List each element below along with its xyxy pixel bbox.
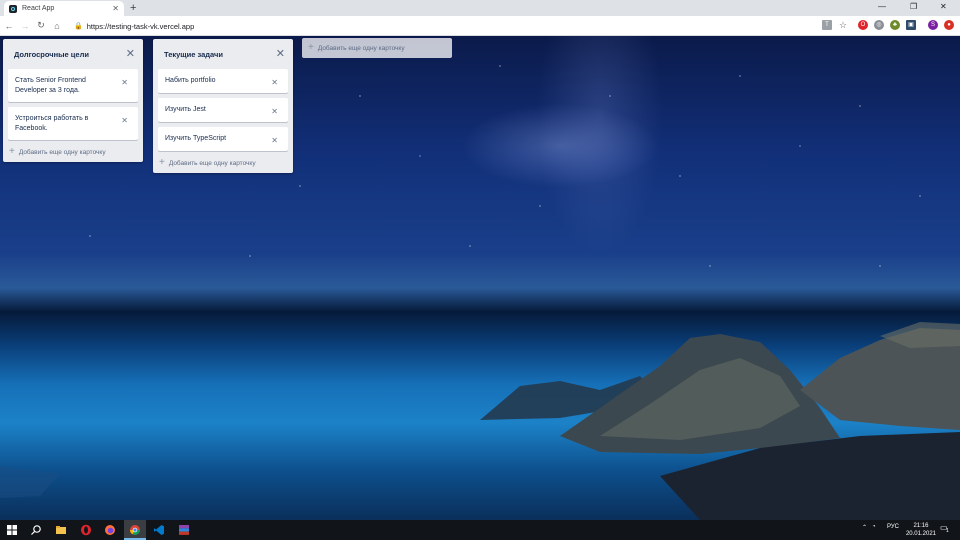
- window-close-button[interactable]: ✕: [940, 2, 947, 11]
- system-clock[interactable]: 21:16 20.01.2021: [906, 522, 936, 538]
- plus-icon: +: [308, 42, 314, 53]
- new-tab-button[interactable]: +: [130, 2, 136, 14]
- card-text: Устроиться работать в Facebook.: [15, 115, 89, 132]
- column-header: Долгосрочные цели ✕: [8, 39, 138, 69]
- plus-icon: +: [9, 146, 15, 157]
- column-title: Долгосрочные цели: [14, 49, 89, 59]
- restore-button[interactable]: ❐: [910, 2, 917, 11]
- globe-extension-icon[interactable]: ◎: [874, 20, 884, 30]
- translate-icon[interactable]: T: [822, 20, 832, 30]
- card[interactable]: Устроиться работать в Facebook. ✕: [8, 107, 138, 140]
- browser-tab[interactable]: React App ✕: [4, 1, 124, 16]
- card-text: Набить portfolio: [165, 77, 216, 84]
- firefox-icon[interactable]: [104, 524, 116, 536]
- delete-card-icon[interactable]: ✕: [271, 136, 278, 145]
- bookmark-star-icon[interactable]: ☆: [838, 20, 848, 30]
- card[interactable]: Стать Senior Frontend Developer за 3 год…: [8, 69, 138, 102]
- lock-icon[interactable]: 🔒: [74, 22, 83, 30]
- react-favicon-icon: [9, 4, 17, 13]
- delete-card-icon[interactable]: ✕: [271, 78, 278, 87]
- coastal-rocks-image: [0, 322, 960, 520]
- keyboard-language[interactable]: РУС: [887, 524, 899, 530]
- update-menu-icon[interactable]: ●: [944, 20, 954, 30]
- reload-icon[interactable]: ↻: [34, 20, 48, 31]
- plus-icon: +: [159, 157, 165, 168]
- profile-avatar[interactable]: S: [928, 20, 938, 30]
- chrome-icon[interactable]: [129, 524, 141, 536]
- winrar-icon[interactable]: [178, 524, 190, 536]
- opera-extension-icon[interactable]: O: [858, 20, 868, 30]
- search-icon[interactable]: [30, 524, 42, 536]
- add-card-button[interactable]: + Добавить еще одну карточку: [158, 156, 288, 168]
- column-title: Текущие задачи: [164, 49, 224, 59]
- browser-toolbar: ← → ↻ ⌂ 🔒 https://testing-task-vk.vercel…: [0, 16, 960, 36]
- card-text: Стать Senior Frontend Developer за 3 год…: [15, 77, 86, 94]
- delete-card-icon[interactable]: ✕: [121, 78, 128, 87]
- clock-date: 20.01.2021: [905, 531, 936, 537]
- forward-arrow-icon[interactable]: →: [18, 21, 32, 31]
- add-column-button[interactable]: + Добавить еще одну карточку: [302, 38, 452, 58]
- minimize-button[interactable]: —: [878, 2, 886, 11]
- address-bar[interactable]: 🔒 https://testing-task-vk.vercel.app: [74, 19, 814, 33]
- delete-card-icon[interactable]: ✕: [271, 107, 278, 116]
- card[interactable]: Изучить Jest ✕: [158, 98, 288, 122]
- delete-card-icon[interactable]: ✕: [121, 116, 128, 125]
- back-arrow-icon[interactable]: ←: [2, 21, 16, 31]
- column-long-term-goals: Долгосрочные цели ✕ Стать Senior Fronten…: [3, 39, 143, 162]
- file-explorer-icon[interactable]: [55, 524, 67, 536]
- tab-title: React App: [22, 5, 55, 12]
- extension-square-icon[interactable]: ▣: [906, 20, 916, 30]
- card-text: Изучить TypeScript: [165, 135, 227, 142]
- extension-icon[interactable]: ♣: [890, 20, 900, 30]
- show-hidden-icons-icon[interactable]: ⌃: [862, 524, 867, 531]
- network-icon[interactable]: ◔: [872, 524, 876, 530]
- delete-column-icon[interactable]: ✕: [126, 49, 135, 60]
- tab-close-icon[interactable]: ✕: [112, 4, 119, 13]
- column-header: Текущие задачи ✕: [158, 39, 288, 69]
- card-text: Изучить Jest: [165, 106, 206, 113]
- url-text[interactable]: https://testing-task-vk.vercel.app: [87, 22, 195, 31]
- home-icon[interactable]: ⌂: [50, 21, 64, 31]
- column-current-tasks: Текущие задачи ✕ Набить portfolio ✕ Изуч…: [153, 39, 293, 173]
- add-card-button[interactable]: + Добавить еще одну карточку: [8, 145, 138, 157]
- windows-start-icon[interactable]: [6, 524, 18, 536]
- card[interactable]: Набить portfolio ✕: [158, 69, 288, 93]
- vscode-icon[interactable]: [153, 524, 165, 536]
- add-card-label: Добавить еще одну карточку: [18, 148, 106, 156]
- delete-column-icon[interactable]: ✕: [276, 49, 285, 60]
- opera-browser-icon[interactable]: [80, 524, 92, 536]
- notification-count: 1: [946, 528, 949, 534]
- clock-time: 21:16: [913, 523, 929, 529]
- browser-tabstrip: React App ✕ + — ❐ ✕: [0, 0, 960, 16]
- windows-taskbar: ⌃ ◔ РУС 21:16 20.01.2021 ▭ 1: [0, 520, 960, 540]
- add-column-label: Добавить еще одну карточку: [317, 44, 405, 52]
- add-card-label: Добавить еще одну карточку: [168, 159, 256, 167]
- card[interactable]: Изучить TypeScript ✕: [158, 127, 288, 151]
- page-background: Долгосрочные цели ✕ Стать Senior Fronten…: [0, 36, 960, 520]
